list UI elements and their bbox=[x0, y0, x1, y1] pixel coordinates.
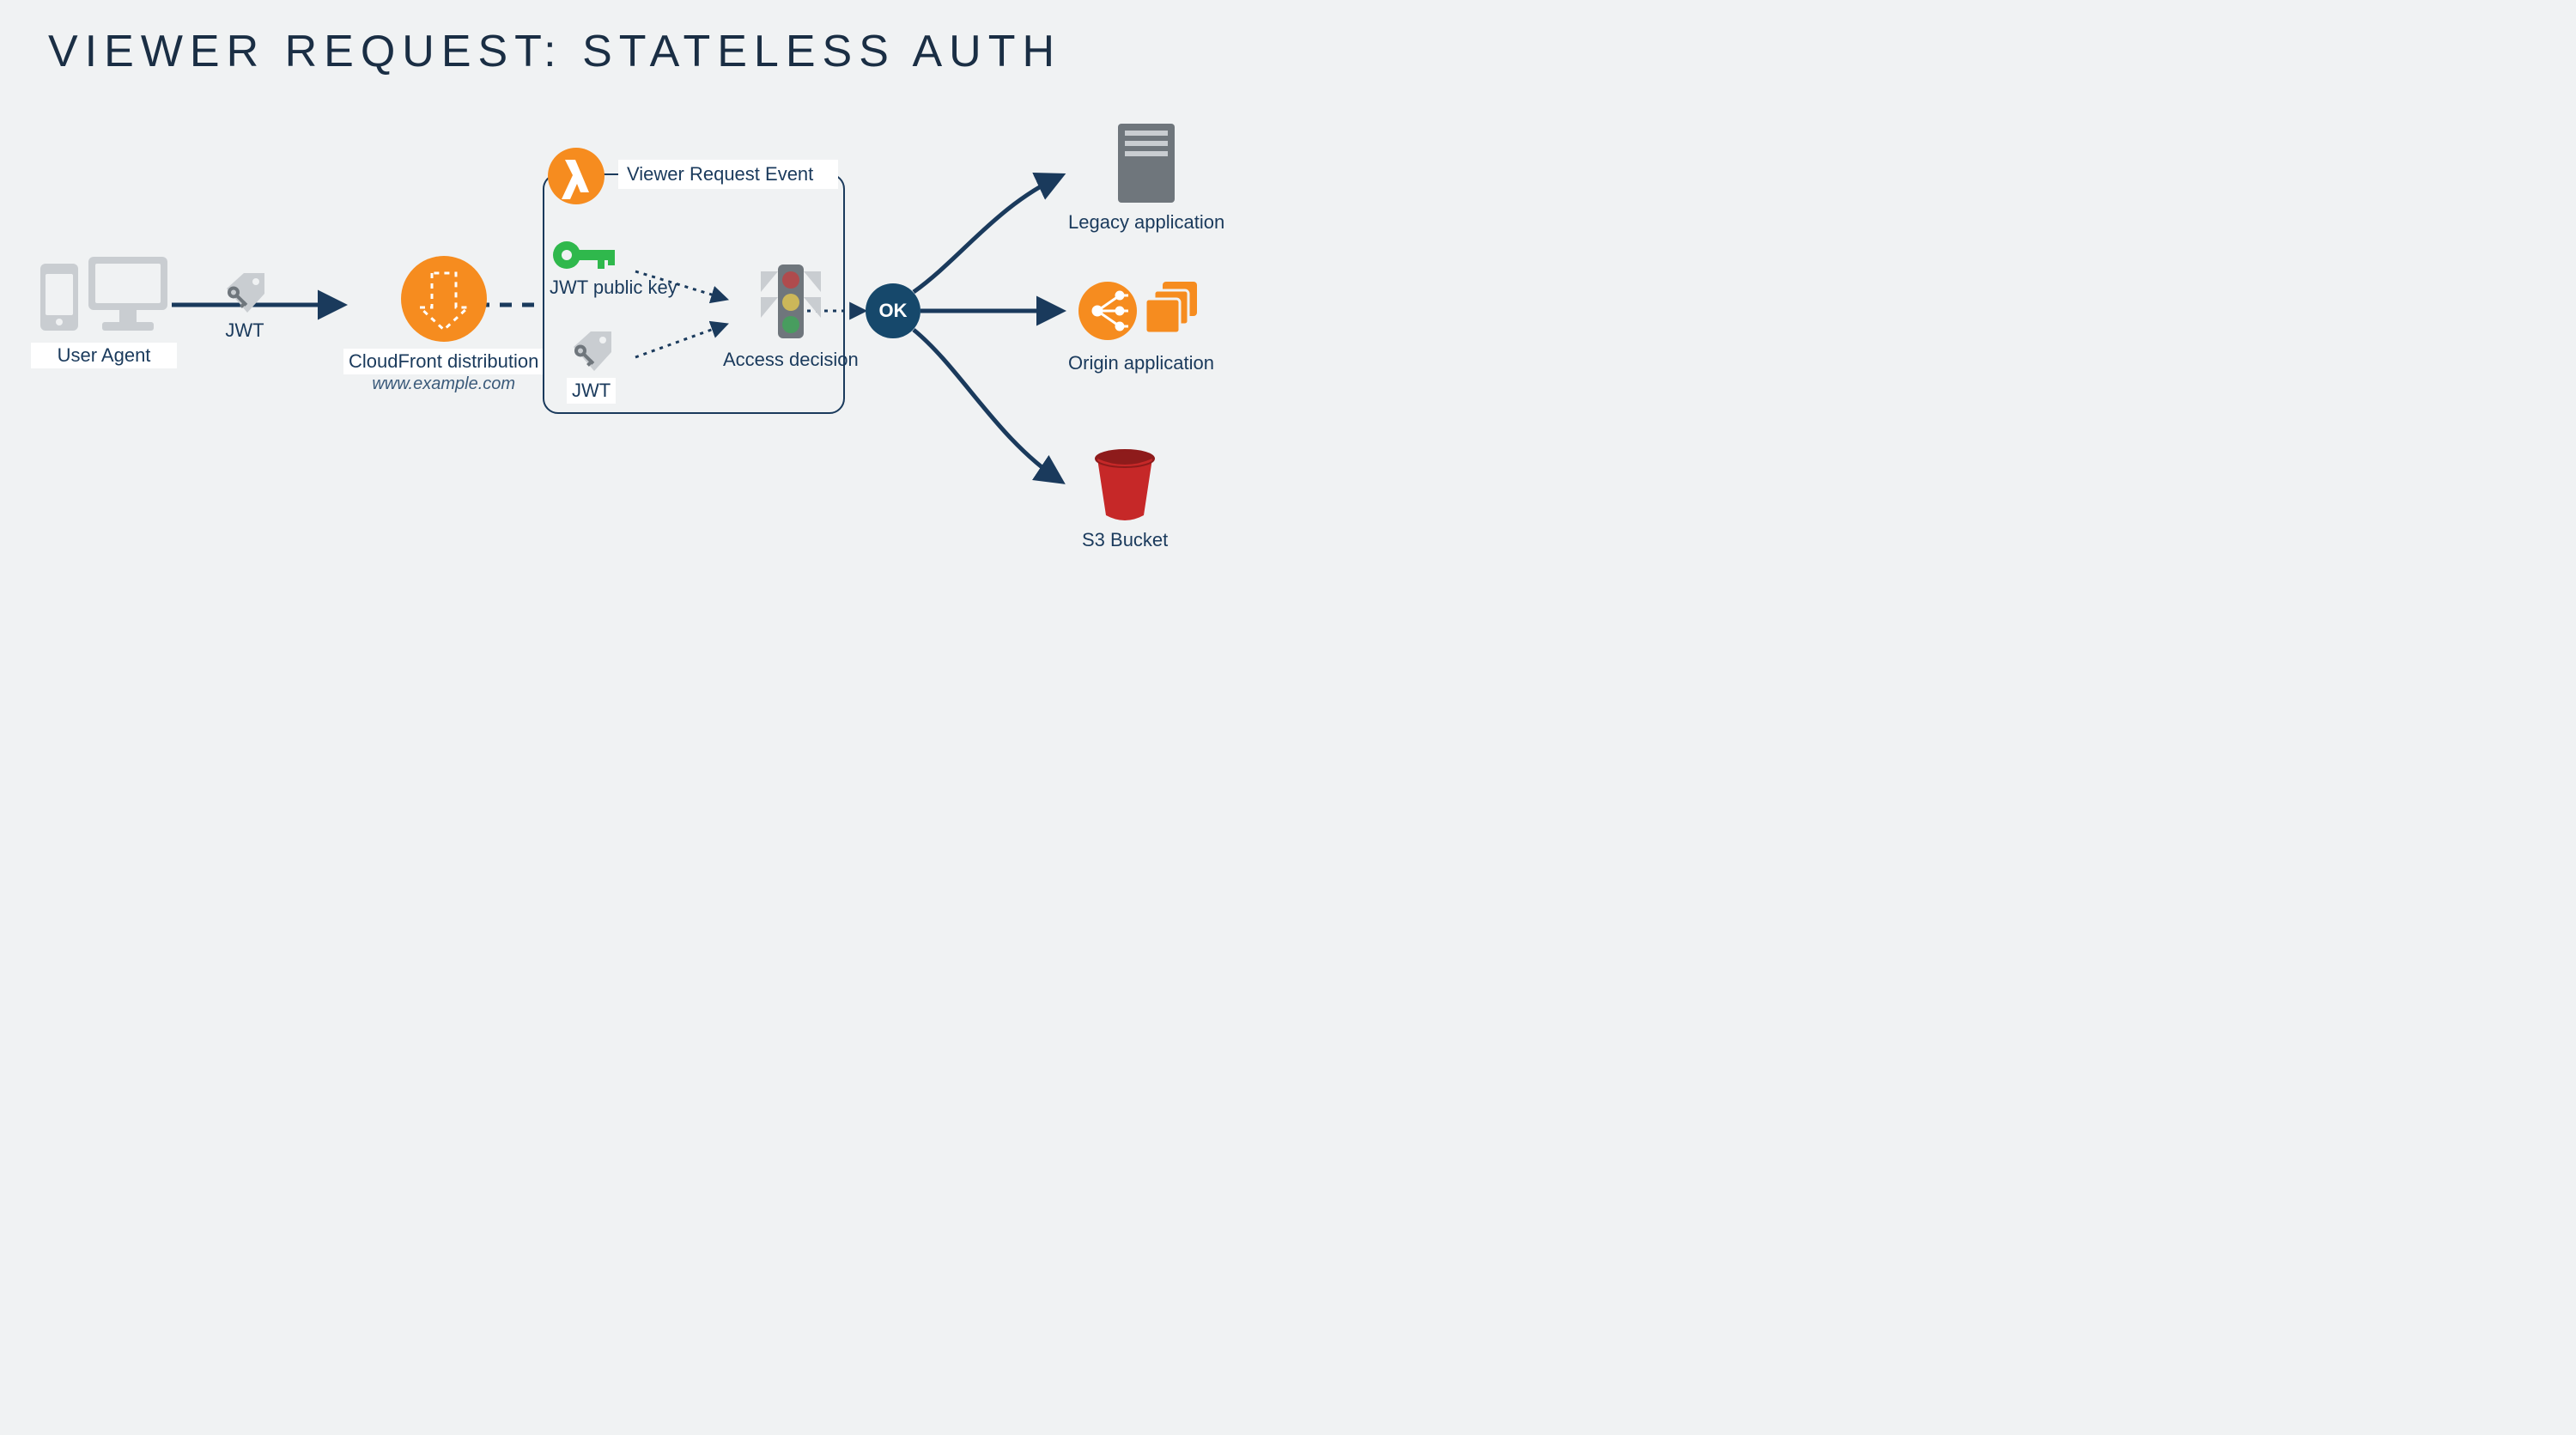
origin-app-label: Origin application bbox=[1068, 352, 1214, 374]
ok-badge-node: OK bbox=[866, 283, 920, 338]
jwt-1-label: JWT bbox=[225, 319, 264, 342]
cloudfront-node: CloudFront distribution www.example.com bbox=[343, 254, 544, 394]
key-icon bbox=[550, 235, 618, 275]
cloudfront-domain: www.example.com bbox=[372, 374, 515, 394]
bucket-icon bbox=[1091, 447, 1159, 524]
origin-app-icon bbox=[1077, 275, 1206, 347]
user-agent-icon bbox=[35, 253, 173, 339]
access-decision-label: Access decision bbox=[723, 349, 859, 371]
s3-bucket-label: S3 Bucket bbox=[1082, 529, 1168, 551]
event-box-label: Viewer Request Event bbox=[618, 160, 838, 189]
page-title: VIEWER REQUEST: STATELESS AUTH bbox=[48, 26, 1061, 77]
public-key-node: JWT public key bbox=[550, 235, 677, 299]
tag-icon bbox=[222, 271, 268, 318]
traffic-light-icon bbox=[752, 259, 829, 345]
jwt-tag-2: JWT bbox=[567, 330, 616, 404]
legacy-app-label: Legacy application bbox=[1068, 211, 1224, 234]
lambda-icon bbox=[546, 146, 606, 206]
user-agent-node: User Agent bbox=[31, 253, 177, 368]
s3-bucket-node: S3 Bucket bbox=[1082, 447, 1168, 551]
cloudfront-icon bbox=[399, 254, 489, 344]
public-key-label: JWT public key bbox=[550, 277, 677, 299]
lambda-node bbox=[546, 146, 606, 206]
tag-icon bbox=[568, 330, 615, 376]
legacy-app-node: Legacy application bbox=[1068, 120, 1224, 234]
jwt-2-label: JWT bbox=[567, 378, 616, 404]
server-icon bbox=[1113, 120, 1180, 206]
user-agent-label: User Agent bbox=[31, 343, 177, 368]
jwt-tag-1: JWT bbox=[222, 271, 268, 342]
cloudfront-label: CloudFront distribution bbox=[343, 349, 544, 374]
ok-badge: OK bbox=[866, 283, 920, 338]
access-decision-node: Access decision bbox=[723, 259, 859, 371]
origin-app-node: Origin application bbox=[1068, 275, 1214, 374]
